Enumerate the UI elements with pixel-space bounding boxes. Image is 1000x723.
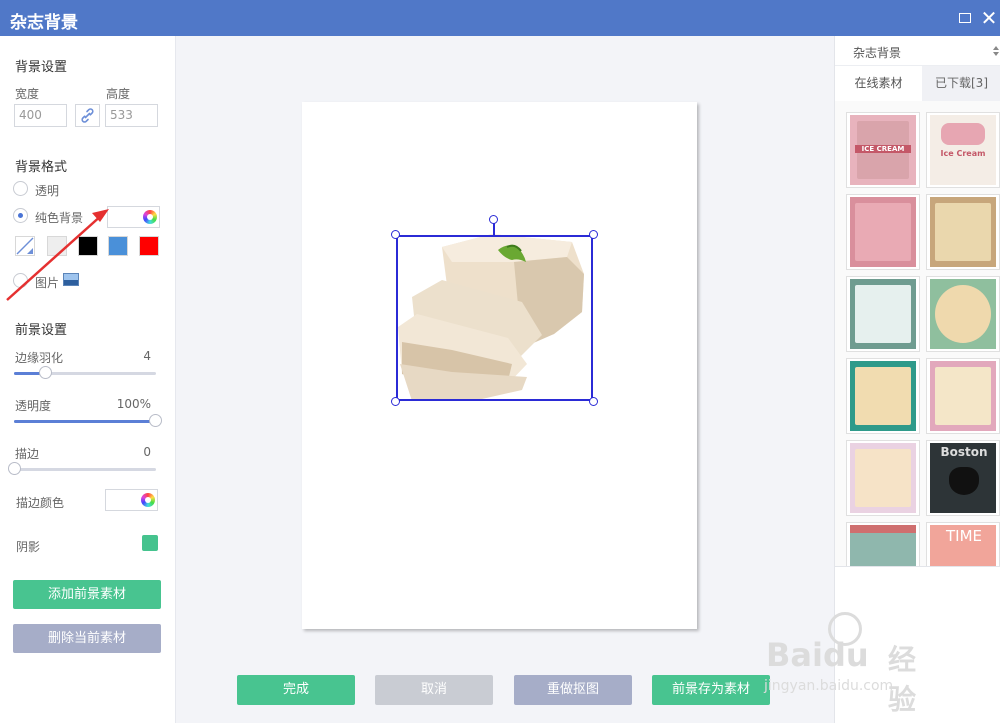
maximize-icon[interactable] — [956, 9, 974, 27]
material-thumb[interactable] — [846, 194, 920, 270]
feather-label: 边缘羽化 — [15, 351, 64, 365]
feather-slider-knob[interactable] — [39, 366, 52, 379]
stroke-color-picker[interactable] — [105, 489, 158, 511]
thumb-art — [850, 525, 916, 533]
resize-handle-tr[interactable] — [589, 230, 598, 239]
stroke-label: 描边 — [15, 447, 40, 461]
stroke-value: 0 — [143, 445, 151, 459]
delete-foreground-button[interactable]: 删除当前素材 — [13, 624, 161, 653]
material-thumb-text: Boston — [940, 445, 988, 459]
opacity-label: 透明度 — [15, 399, 52, 413]
rotate-handle[interactable] — [489, 215, 498, 224]
opacity-slider-knob[interactable] — [149, 414, 162, 427]
opacity-slider[interactable] — [14, 414, 162, 427]
rotate-handle-stem — [493, 223, 495, 236]
opacity-value: 100% — [116, 397, 151, 411]
material-thumb[interactable] — [846, 276, 920, 352]
material-thumb[interactable]: Ice Cream — [926, 112, 1000, 188]
watermark-brand: Baidu — [766, 636, 869, 674]
save-foreground-button[interactable]: 前景存为素材 — [652, 675, 770, 705]
material-thumb[interactable] — [846, 358, 920, 434]
opacity-slider-fill — [14, 420, 156, 423]
material-thumb[interactable]: Boston — [926, 440, 1000, 516]
feather-slider[interactable] — [14, 366, 156, 379]
material-thumb[interactable] — [846, 440, 920, 516]
material-thumb[interactable]: ICE CREAM — [846, 112, 920, 188]
close-icon[interactable]: ✕ — [980, 8, 998, 28]
workspace: 完成 取消 重做抠图 前景存为素材 — [176, 36, 834, 723]
stroke-slider-knob[interactable] — [8, 462, 21, 475]
category-dropdown-value: 杂志背景 — [853, 46, 902, 60]
thumb-art — [941, 123, 985, 145]
tab-online[interactable]: 在线素材 — [835, 66, 922, 101]
material-thumb[interactable] — [926, 358, 1000, 434]
resize-handle-br[interactable] — [589, 397, 598, 406]
material-tabs: 在线素材 已下载[3] — [835, 66, 1000, 101]
redo-cutout-button[interactable]: 重做抠图 — [514, 675, 632, 705]
stroke-color-label: 描边颜色 — [16, 496, 65, 510]
feather-value: 4 — [143, 349, 151, 363]
category-dropdown[interactable]: 杂志背景 — [835, 36, 1000, 66]
material-thumb-text: ICE CREAM — [855, 145, 911, 153]
material-thumb[interactable] — [926, 194, 1000, 270]
done-button[interactable]: 完成 — [237, 675, 355, 705]
annotation-arrow — [6, 209, 109, 301]
material-thumb-text: Ice Cream — [940, 149, 986, 158]
shadow-label: 阴影 — [16, 540, 41, 554]
color-wheel-icon — [141, 493, 155, 507]
cancel-button[interactable]: 取消 — [375, 675, 493, 705]
thumb-art — [949, 467, 979, 495]
material-grid: ICE CREAM Ice Cream Boston TIME — [835, 101, 1000, 567]
resize-handle-tl[interactable] — [391, 230, 400, 239]
watermark-url: jingyan.baidu.com — [764, 678, 894, 694]
stroke-slider[interactable] — [8, 462, 156, 475]
add-foreground-button[interactable]: 添加前景素材 — [13, 580, 161, 609]
material-thumb[interactable]: TIME — [926, 522, 1000, 566]
material-thumb-text: TIME — [945, 527, 982, 545]
material-thumb[interactable] — [926, 276, 1000, 352]
selection-box[interactable] — [396, 235, 593, 401]
tab-downloaded[interactable]: 已下载[3] — [922, 66, 1000, 101]
shadow-toggle[interactable] — [142, 535, 158, 551]
resize-handle-bl[interactable] — [391, 397, 400, 406]
material-thumb[interactable] — [846, 522, 920, 566]
sort-arrows-icon — [993, 46, 999, 56]
